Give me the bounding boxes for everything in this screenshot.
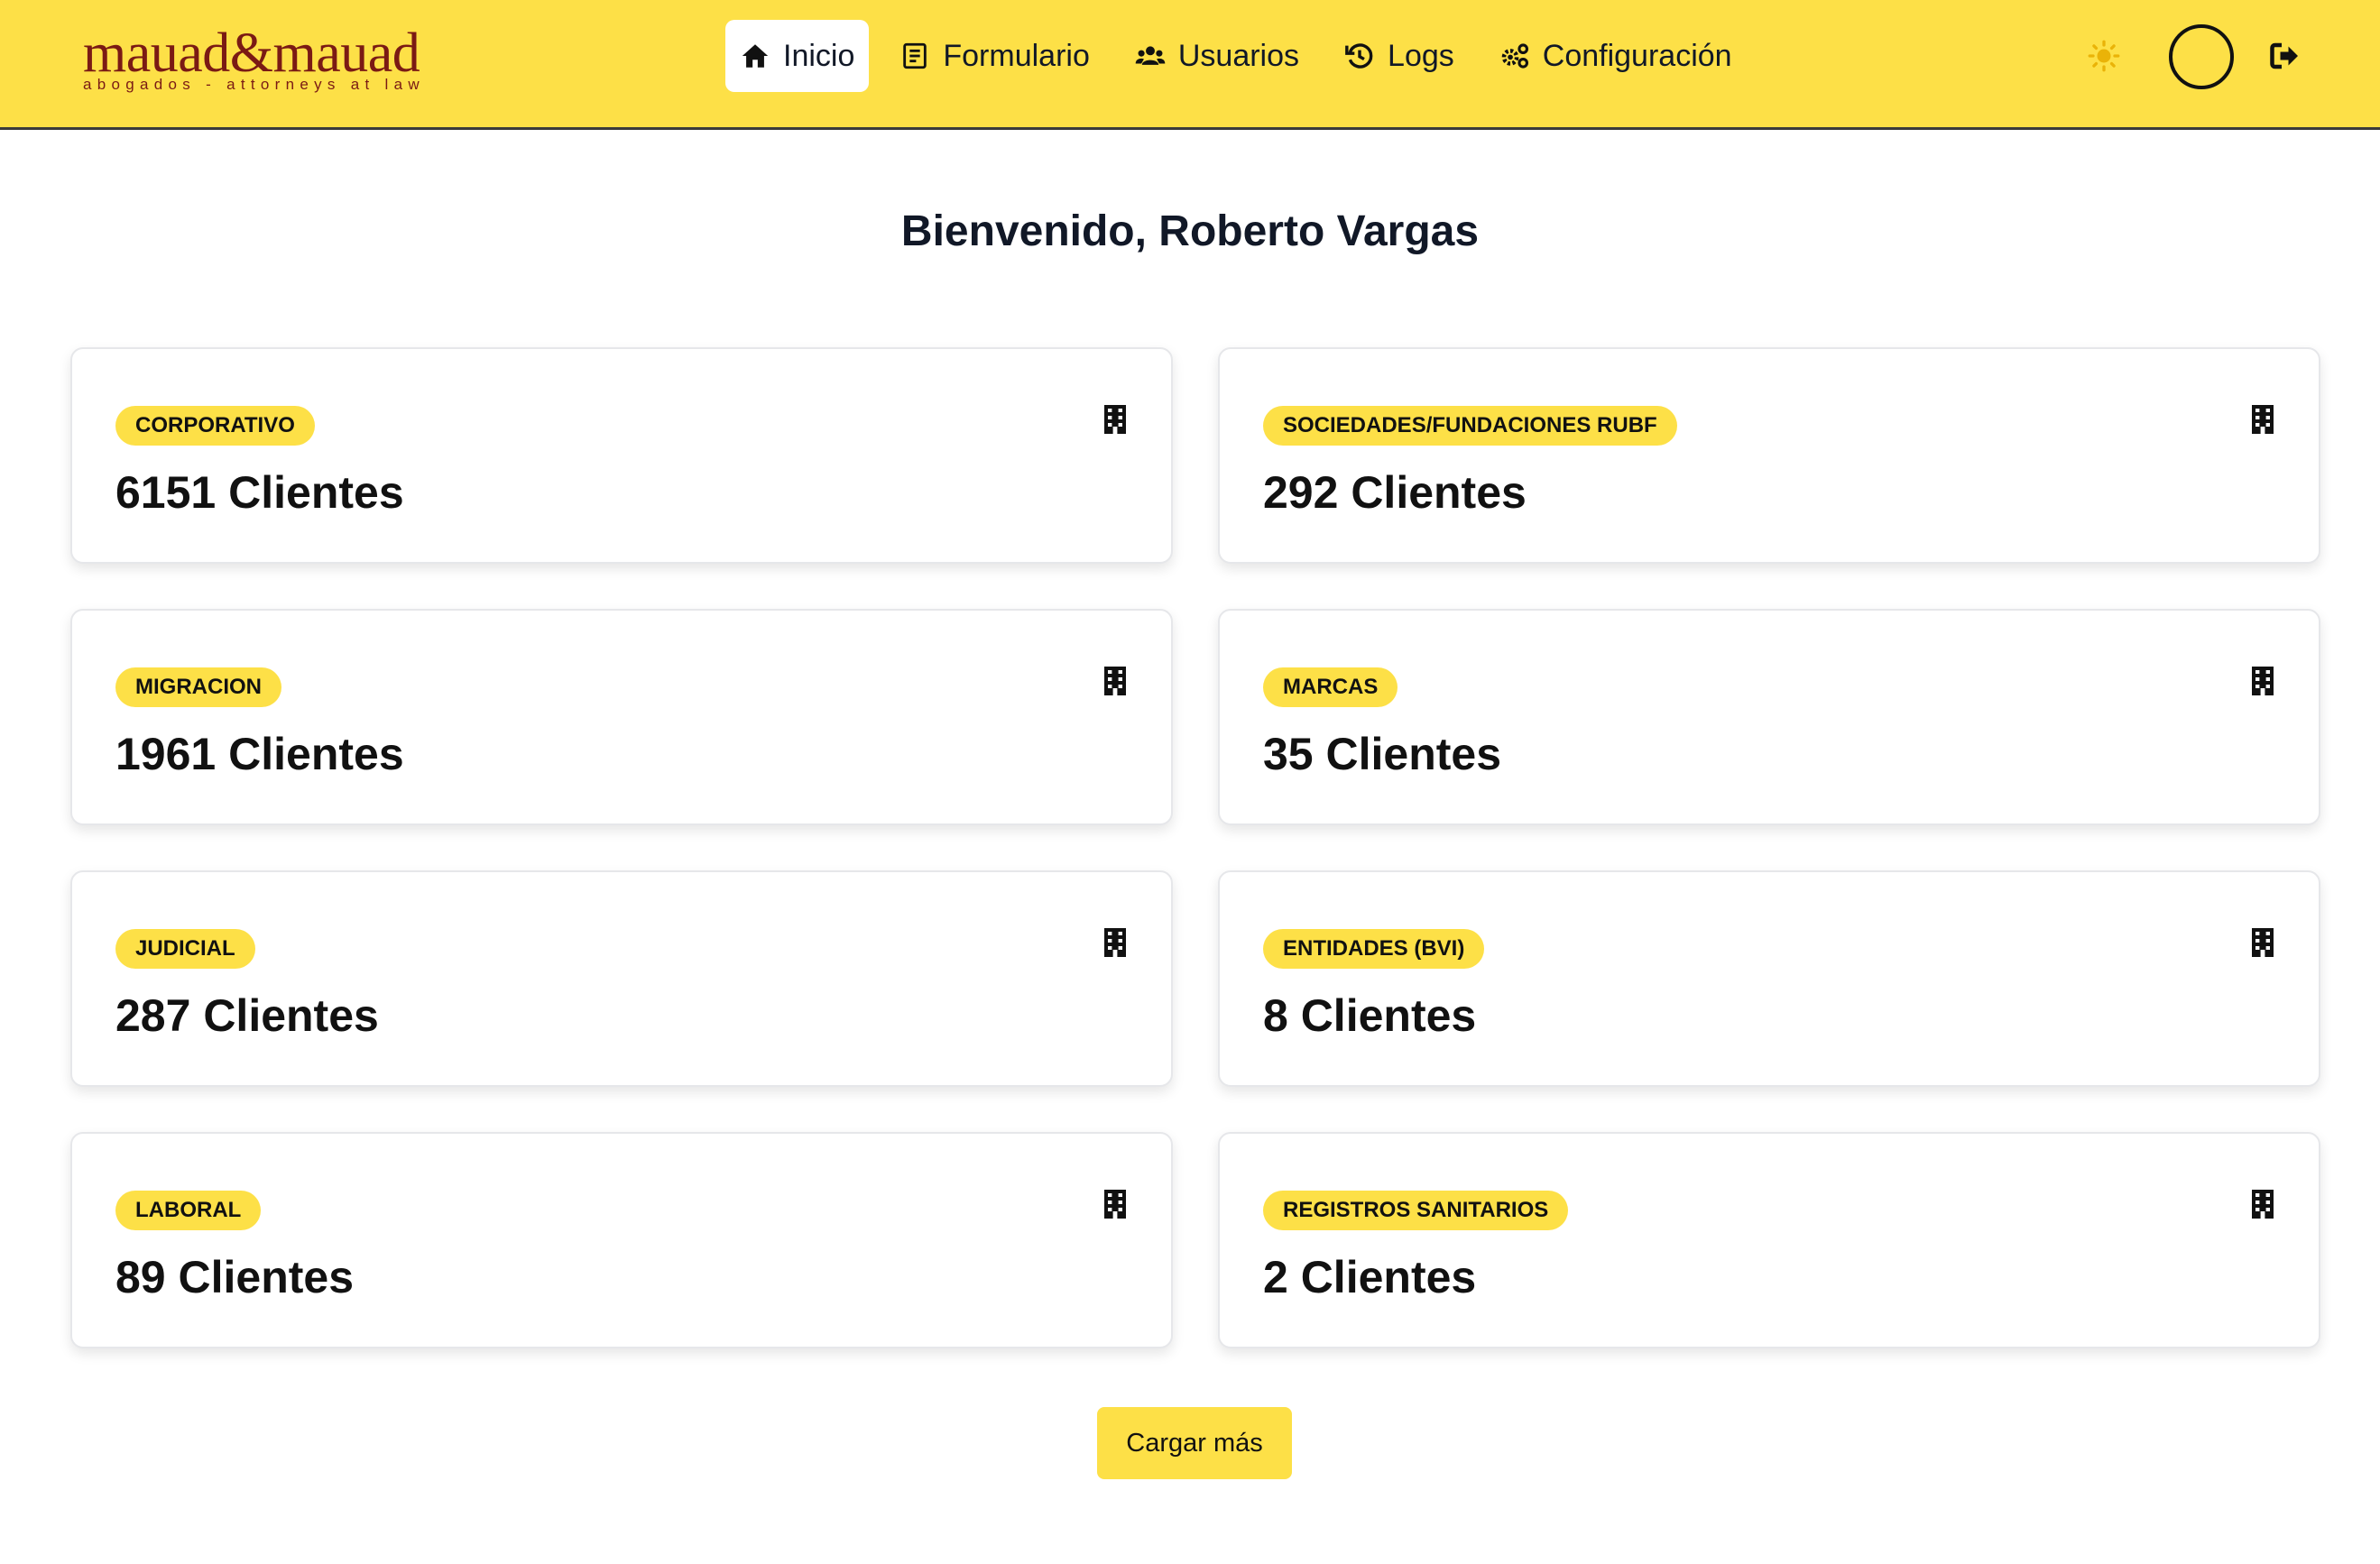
building-icon <box>2252 928 2274 957</box>
client-card-marcas[interactable]: MARCAS 35 Clientes <box>1218 609 2320 825</box>
nav-item-label: Usuarios <box>1177 38 1300 73</box>
building-icon <box>1104 405 1126 434</box>
client-card-judicial[interactable]: JUDICIAL 287 Clientes <box>70 870 1173 1087</box>
logout-icon[interactable] <box>2268 40 2301 72</box>
gears-icon <box>1501 43 1528 69</box>
building-icon <box>2252 667 2274 695</box>
client-count: 292 Clientes <box>1263 467 1527 518</box>
client-card-entidades[interactable]: ENTIDADES (BVI) 8 Clientes <box>1218 870 2320 1087</box>
building-icon <box>1104 1190 1126 1219</box>
client-count: 2 Clientes <box>1263 1252 1477 1302</box>
history-icon <box>1345 43 1373 69</box>
building-icon <box>1104 667 1126 695</box>
category-badge: MARCAS <box>1263 667 1398 707</box>
logo[interactable]: mauad&mauad abogados - attorneys at law <box>83 23 444 96</box>
form-icon <box>903 42 927 69</box>
nav-item-inicio[interactable]: Inicio <box>725 20 870 92</box>
logo-wordmark: mauad&mauad <box>83 23 420 84</box>
nav-item-label: Configuración <box>1542 38 1732 73</box>
client-card-sociedades[interactable]: SOCIEDADES/FUNDACIONES RUBF 292 Clientes <box>1218 347 2320 564</box>
category-badge: CORPORATIVO <box>115 406 315 446</box>
nav-item-formulario[interactable]: Formulario <box>885 20 1103 92</box>
client-count: 89 Clientes <box>115 1252 355 1302</box>
logo-tagline: abogados - attorneys at law <box>83 76 425 93</box>
client-card-laboral[interactable]: LABORAL 89 Clientes <box>70 1132 1173 1348</box>
category-badge: REGISTROS SANITARIOS <box>1263 1191 1569 1230</box>
category-badge: JUDICIAL <box>115 929 255 969</box>
building-icon <box>1104 928 1126 957</box>
nav-item-label: Inicio <box>783 38 855 73</box>
category-badge: MIGRACION <box>115 667 281 707</box>
top-navbar: mauad&mauad abogados - attorneys at law … <box>0 0 2380 130</box>
category-badge: SOCIEDADES/FUNDACIONES RUBF <box>1263 406 1677 446</box>
building-icon <box>2252 405 2274 434</box>
main-nav: Inicio Formulario Usuarios Logs Configur… <box>725 20 1763 92</box>
nav-item-configuracion[interactable]: Configuración <box>1485 20 1747 92</box>
client-count: 287 Clientes <box>115 990 379 1041</box>
users-icon <box>1135 46 1166 65</box>
nav-item-label: Logs <box>1388 38 1454 73</box>
category-badge: ENTIDADES (BVI) <box>1263 929 1485 969</box>
avatar[interactable] <box>2169 24 2234 89</box>
client-card-migracion[interactable]: MIGRACION 1961 Clientes <box>70 609 1173 825</box>
client-card-corporativo[interactable]: CORPORATIVO 6151 Clientes <box>70 347 1173 564</box>
client-count: 8 Clientes <box>1263 990 1477 1041</box>
page-title: Bienvenido, Roberto Vargas <box>900 207 1480 255</box>
client-count: 6151 Clientes <box>115 467 404 518</box>
home-icon <box>742 44 769 68</box>
nav-item-logs[interactable]: Logs <box>1330 20 1469 92</box>
category-badge: LABORAL <box>115 1191 262 1230</box>
client-count: 1961 Clientes <box>115 729 404 779</box>
building-icon <box>2252 1190 2274 1219</box>
client-card-registros-sanitarios[interactable]: REGISTROS SANITARIOS 2 Clientes <box>1218 1132 2320 1348</box>
nav-item-usuarios[interactable]: Usuarios <box>1121 20 1314 92</box>
load-more-button[interactable]: Cargar más <box>1097 1407 1292 1479</box>
sun-icon[interactable] <box>2088 40 2120 72</box>
client-count: 35 Clientes <box>1263 729 1502 779</box>
nav-item-label: Formulario <box>943 38 1090 73</box>
